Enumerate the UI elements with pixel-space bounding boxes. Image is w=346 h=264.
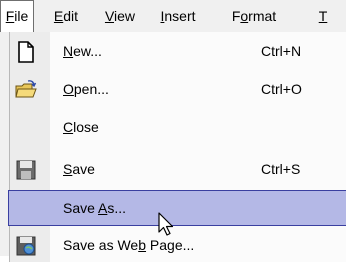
mouse-pointer-icon xyxy=(158,212,176,238)
menu-item-label: Close xyxy=(63,119,99,135)
menu-item-label: Open... xyxy=(63,81,109,97)
menu-item-shortcut: Ctrl+N xyxy=(261,43,302,59)
open-folder-icon xyxy=(14,78,38,102)
menu-item-shortcut: Ctrl+S xyxy=(261,161,301,177)
menu-view[interactable]: View xyxy=(100,0,140,32)
menu-edit[interactable]: Edit xyxy=(48,0,84,32)
menu-format[interactable]: Format xyxy=(228,0,280,32)
menu-item-save-as[interactable]: Save As... xyxy=(8,190,346,226)
menu-item-shortcut: Ctrl+O xyxy=(261,81,302,97)
menu-item-close[interactable]: Close xyxy=(10,110,346,146)
menu-item-label: New... xyxy=(63,43,102,59)
menu-item-label: Save As... xyxy=(63,200,127,216)
menu-item-label: Save xyxy=(63,161,95,177)
save-icon xyxy=(14,158,38,182)
menu-item-save[interactable]: Save Ctrl+S xyxy=(10,152,346,188)
menu-bar: File Edit View Insert Format T xyxy=(0,0,346,33)
menu-item-save-as-web-page[interactable]: Save as Web Page... xyxy=(10,228,346,264)
file-menu-dropdown: New... Ctrl+N Open... Ctrl+O Close Save xyxy=(8,32,346,264)
menu-item-new[interactable]: New... Ctrl+N xyxy=(10,34,346,70)
new-document-icon xyxy=(14,40,38,64)
menu-insert[interactable]: Insert xyxy=(156,0,200,32)
menu-file[interactable]: File xyxy=(0,0,34,32)
menu-item-open[interactable]: Open... Ctrl+O xyxy=(10,72,346,108)
menu-tools[interactable]: T xyxy=(316,0,330,32)
web-page-icon xyxy=(14,234,38,258)
